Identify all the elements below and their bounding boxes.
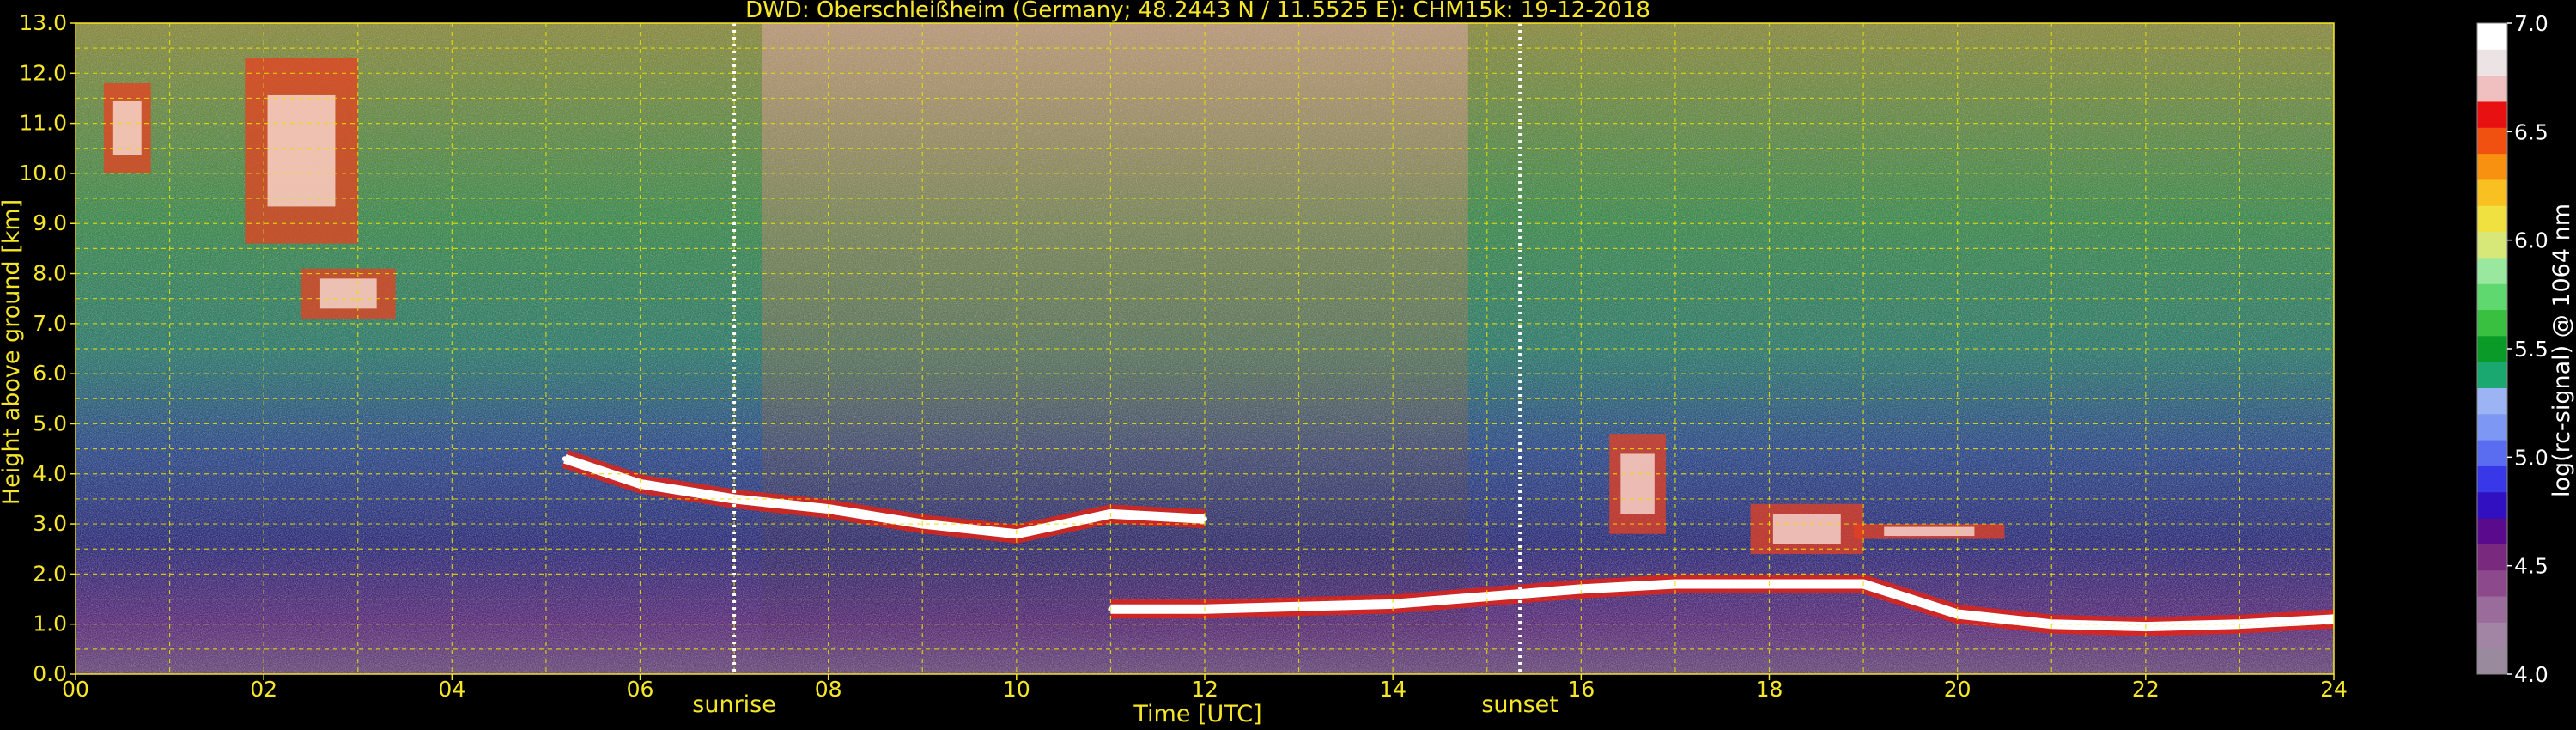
x-tick-label: 14: [1379, 677, 1406, 702]
x-tick-label: 18: [1756, 677, 1783, 702]
colorbar-swatch: [2477, 518, 2507, 544]
colorbar-swatch: [2477, 335, 2507, 362]
colorbar-swatch: [2477, 283, 2507, 311]
colorbar-tick-label: 7.0: [2514, 11, 2549, 36]
mid_cloud_base-point: [562, 456, 568, 462]
x-tick-label: 24: [2320, 677, 2348, 702]
colorbar-swatch: [2477, 231, 2507, 259]
mid_cloud_base-point: [1202, 516, 1207, 522]
colorbar-swatch: [2477, 75, 2507, 102]
colorbar-swatch: [2477, 153, 2507, 180]
colorbar-swatch: [2477, 23, 2507, 50]
cirrus-core: [319, 278, 377, 309]
colorbar-swatch: [2477, 465, 2507, 493]
x-axis-label: Time [UTC]: [1133, 701, 1261, 727]
colorbar-label: log(rc-signal) @ 1064 nm: [2549, 204, 2575, 497]
x-tick-label: 20: [1944, 677, 1971, 702]
colorbar-swatch: [2477, 127, 2507, 155]
cloud_patches-core: [1772, 514, 1841, 544]
colorbar-swatch: [2477, 491, 2507, 519]
cirrus-core: [112, 100, 142, 155]
colorbar-swatch: [2477, 440, 2507, 466]
colorbar-ticks: 4.0 4.5 5.0 5.5 6.0 6.5 7.0: [2507, 11, 2549, 687]
y-tick-label: 7.0: [33, 311, 67, 336]
x-tick-label: 02: [250, 677, 277, 702]
colorbar-swatch: [2477, 387, 2507, 415]
x-axis-ticks: 00 02 04 06 08 10 12 14 16 18 20 22 24: [62, 674, 2348, 702]
y-tick-label: 4.0: [33, 461, 67, 486]
x-tick-label: 16: [1567, 677, 1595, 702]
y-tick-label: 3.0: [33, 511, 67, 536]
colorbar: [2476, 22, 2508, 675]
x-tick-label: 12: [1191, 677, 1218, 702]
y-tick-label: 6.0: [33, 361, 67, 386]
colorbar-swatch: [2477, 257, 2507, 284]
y-axis-ticks: 0.0 1.0 2.0 3.0 4.0 5.0 6.0 7.0 8.0 9.0 10.0 11.0 12…: [19, 10, 76, 686]
cloud_patches-core: [1620, 453, 1655, 514]
ceilometer-chart: DWD: Oberschleißheim (Germany; 48.2443 N…: [0, 0, 2575, 727]
x-tick-label: 22: [2132, 677, 2160, 702]
y-tick-label: 11.0: [19, 111, 67, 136]
colorbar-swatch: [2477, 100, 2507, 128]
colorbar-swatch: [2477, 205, 2507, 233]
y-tick-label: 8.0: [33, 261, 67, 286]
low_cloud_base-point: [1484, 593, 1490, 599]
colorbar-tick-label: 4.0: [2514, 662, 2549, 687]
x-tick-label: 06: [627, 677, 654, 702]
colorbar-tick-label: 6.0: [2514, 228, 2549, 253]
y-tick-label: 12.0: [19, 60, 67, 85]
colorbar-tick-label: 5.0: [2514, 445, 2549, 470]
colorbar-swatch: [2477, 309, 2507, 337]
colorbar-tick-label: 4.5: [2514, 554, 2549, 579]
y-axis-label: Height above ground [km]: [0, 199, 25, 505]
chart-title: DWD: Oberschleißheim (Germany; 48.2443 N…: [745, 0, 1650, 23]
colorbar-tick-label: 5.5: [2514, 337, 2549, 362]
sunset-label: sunset: [1481, 691, 1558, 718]
y-tick-label: 13.0: [19, 10, 67, 35]
colorbar-swatch: [2477, 179, 2507, 206]
x-tick-label: 08: [815, 677, 842, 702]
x-tick-label: 04: [438, 677, 465, 702]
colorbar-swatch: [2477, 413, 2507, 441]
colorbar-swatch: [2477, 362, 2507, 388]
cloud_patches-core: [1884, 526, 1975, 537]
y-tick-label: 5.0: [33, 411, 67, 435]
colorbar-swatch: [2477, 49, 2507, 76]
y-tick-label: 10.0: [19, 161, 67, 186]
sunrise-label: sunrise: [692, 691, 776, 718]
y-tick-label: 1.0: [33, 611, 67, 636]
colorbar-swatch: [2477, 569, 2507, 597]
colorbar-swatch: [2477, 622, 2507, 649]
colorbar-swatch: [2477, 596, 2507, 623]
colorbar-tick-label: 6.5: [2514, 119, 2549, 144]
colorbar-swatch: [2477, 544, 2507, 571]
colorbar-swatch: [2477, 648, 2507, 675]
y-tick-label: 0.0: [33, 661, 67, 686]
y-tick-label: 2.0: [33, 561, 67, 586]
x-tick-label: 10: [1003, 677, 1030, 702]
cirrus-core: [267, 94, 336, 207]
y-tick-label: 9.0: [33, 210, 67, 235]
